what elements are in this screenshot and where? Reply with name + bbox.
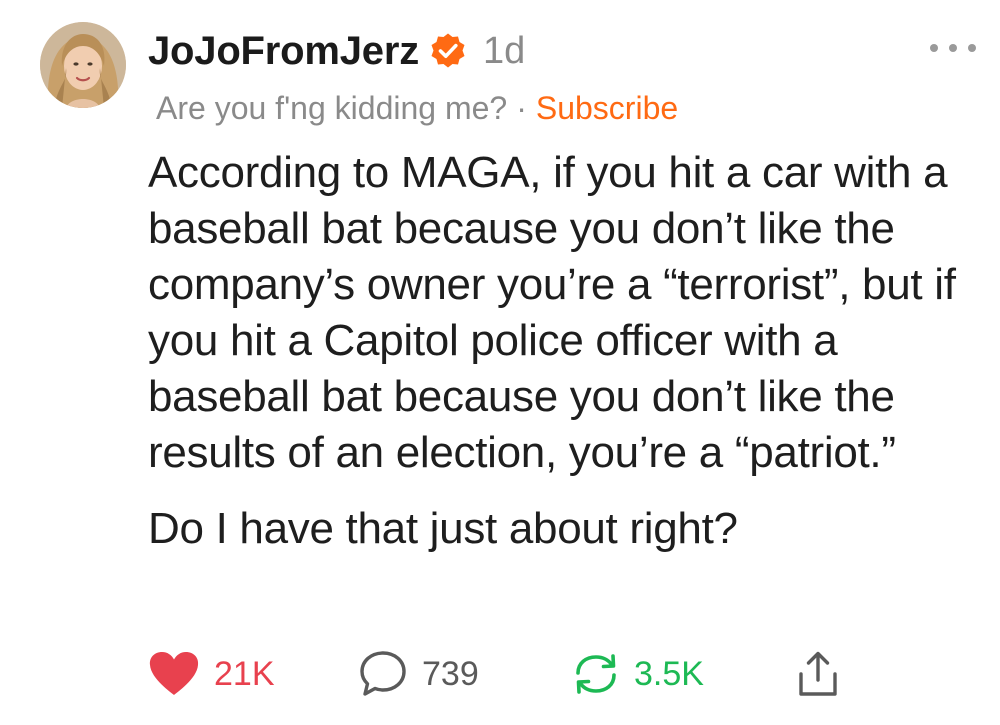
action-bar: 21K 739 3.5K	[148, 644, 840, 704]
avatar[interactable]	[40, 22, 126, 108]
post-paragraph: Do I have that just about right?	[148, 504, 738, 553]
ellipsis-icon	[949, 44, 957, 52]
heart-icon	[148, 651, 200, 697]
author-name[interactable]: JoJoFromJerz	[148, 29, 419, 74]
comment-button[interactable]: 739	[358, 650, 570, 698]
post-header: JoJoFromJerz 1d	[148, 26, 525, 76]
post-paragraph: According to MAGA, if you hit a car with…	[148, 148, 956, 477]
more-options-button[interactable]	[930, 34, 976, 62]
verified-badge-icon	[429, 32, 467, 70]
ellipsis-icon	[968, 44, 976, 52]
subscribe-link[interactable]: Subscribe	[536, 90, 678, 127]
post-body: According to MAGA, if you hit a car with…	[148, 145, 988, 557]
like-button[interactable]: 21K	[148, 651, 358, 697]
post-timestamp: 1d	[483, 29, 526, 72]
share-icon	[796, 650, 840, 698]
speech-bubble-icon	[358, 650, 408, 698]
publication-name[interactable]: Are you f'ng kidding me?	[156, 90, 507, 127]
restack-arrows-icon	[570, 651, 622, 697]
restack-button[interactable]: 3.5K	[570, 651, 796, 697]
like-count: 21K	[214, 654, 275, 693]
comment-count: 739	[422, 654, 479, 693]
publication-row: Are you f'ng kidding me? · Subscribe	[156, 86, 678, 130]
restack-count: 3.5K	[634, 654, 704, 693]
profile-photo-avatar	[40, 22, 126, 108]
post-card: JoJoFromJerz 1d Are you f'ng kidding me?…	[0, 0, 1000, 725]
ellipsis-icon	[930, 44, 938, 52]
share-button[interactable]	[796, 650, 840, 698]
separator: ·	[516, 89, 527, 126]
